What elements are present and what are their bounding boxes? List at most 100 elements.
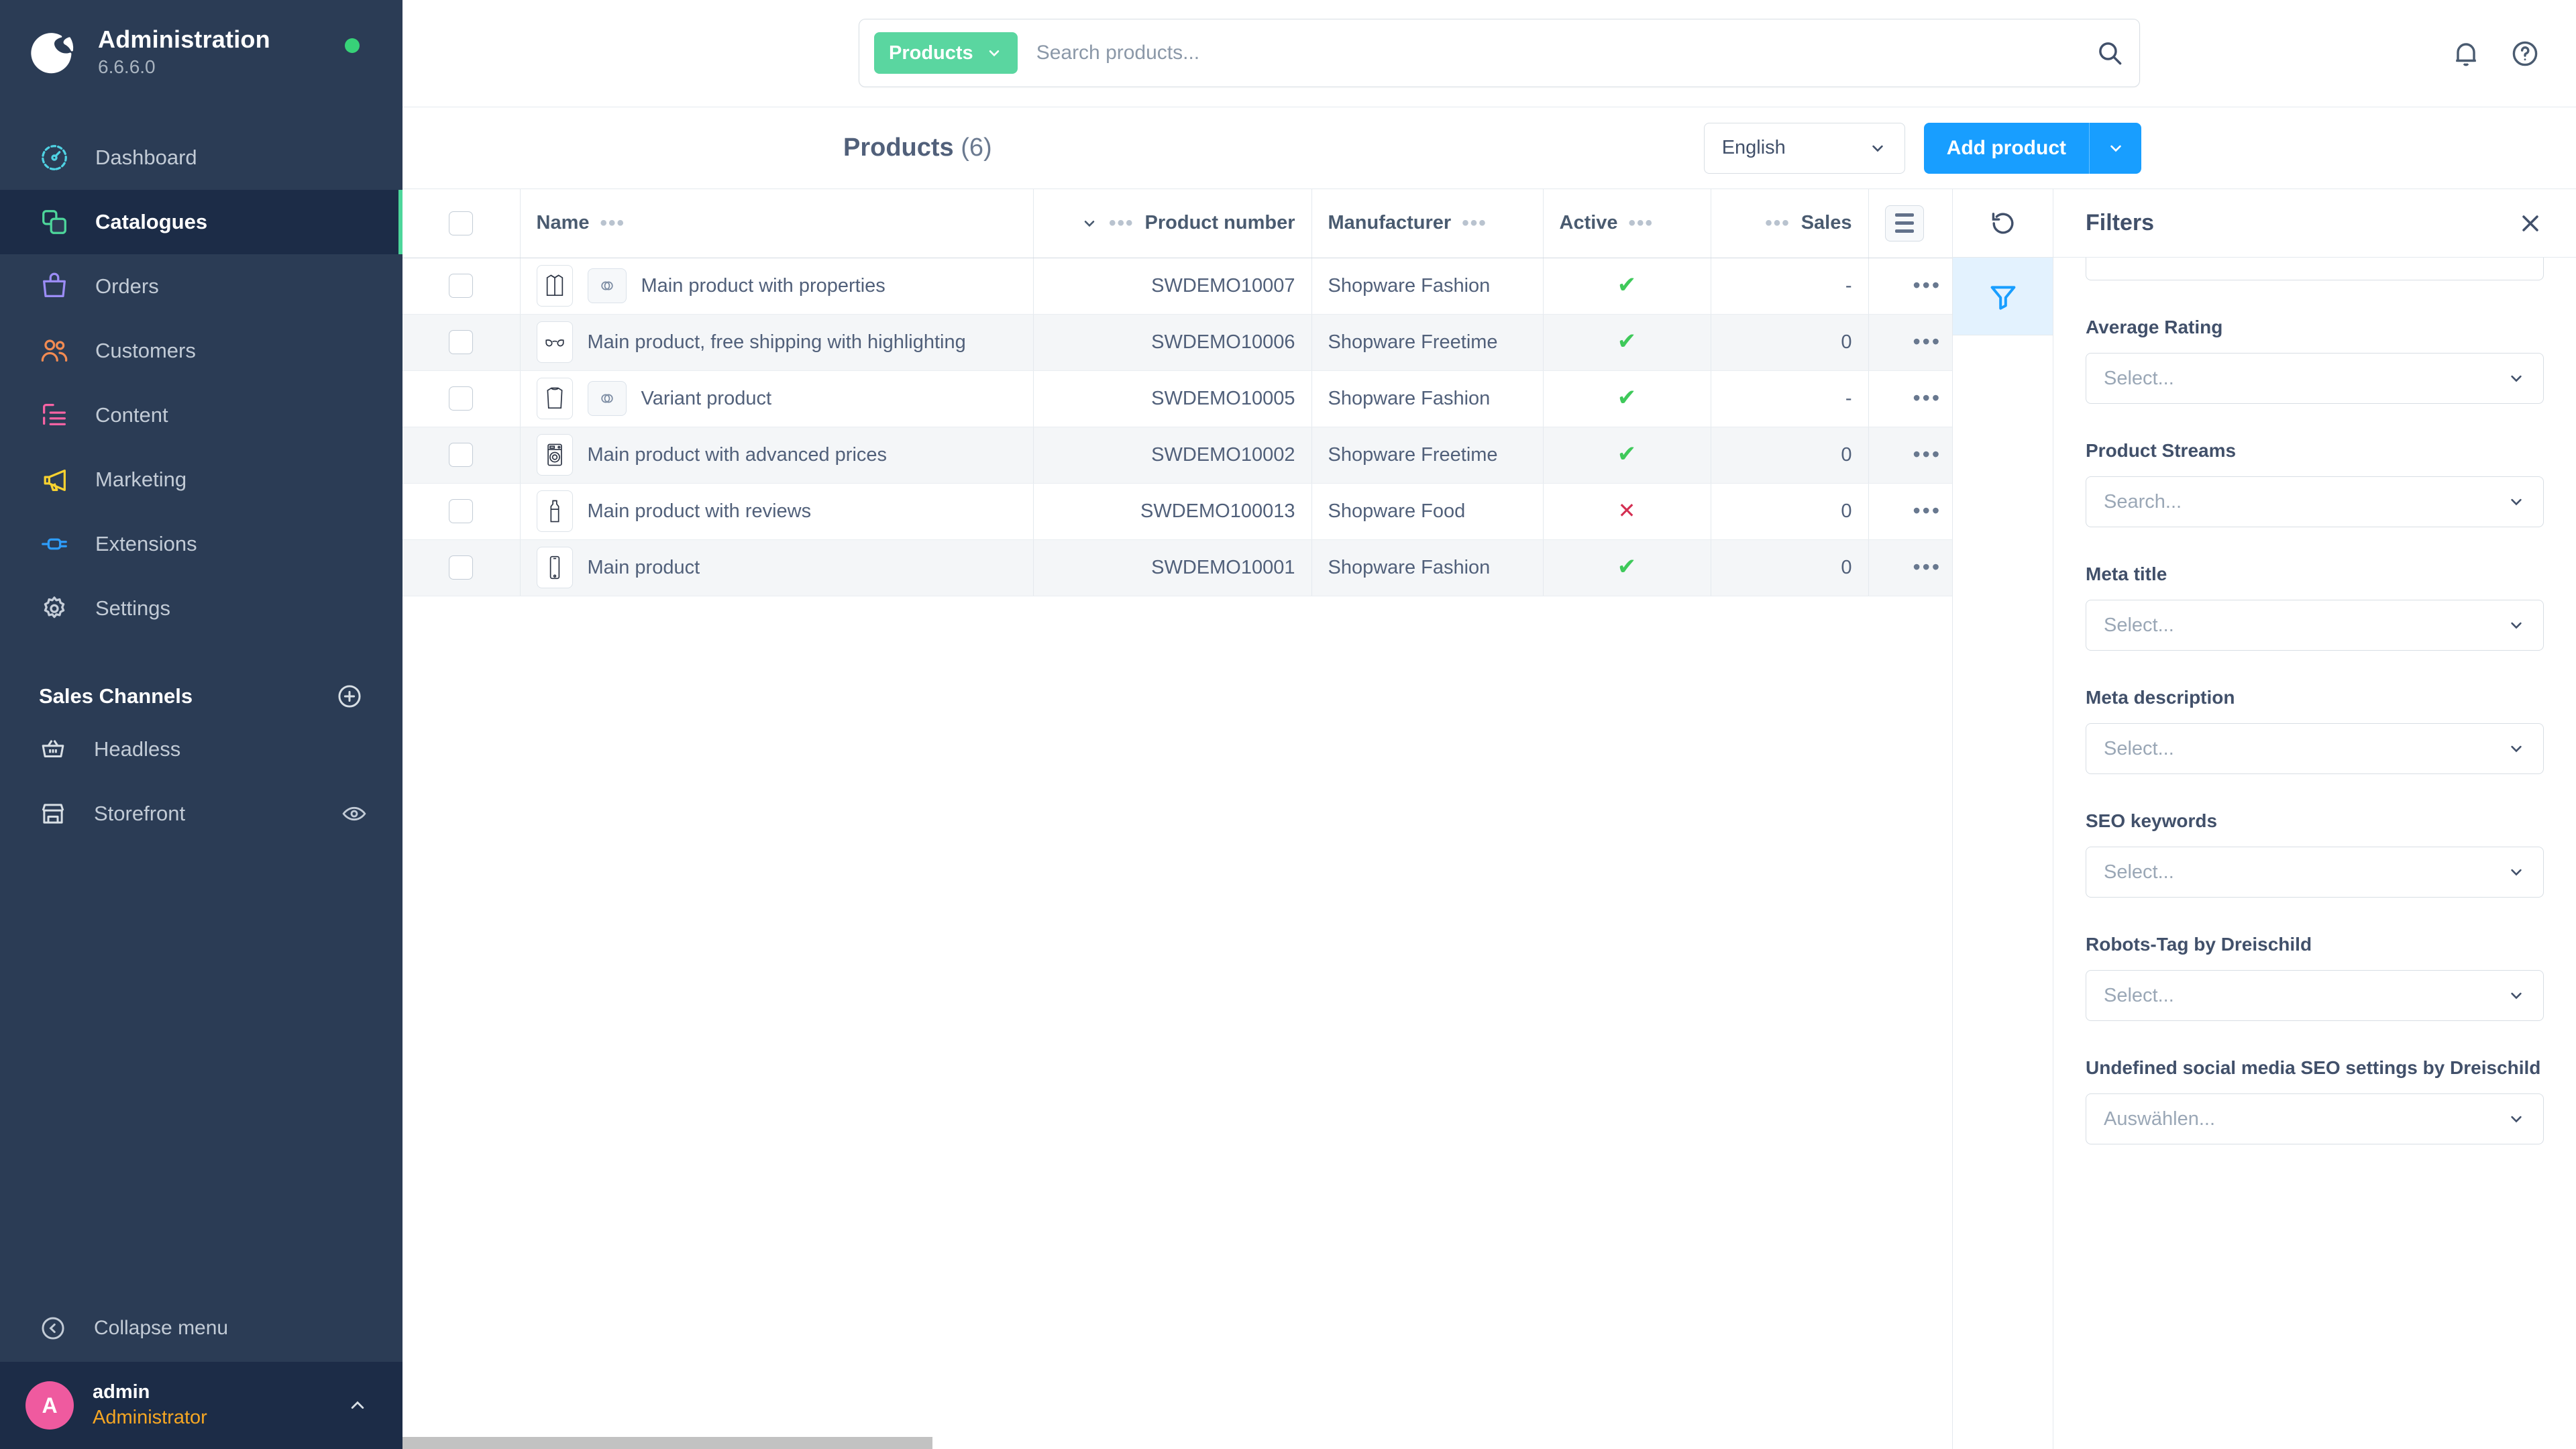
search-icon[interactable] (2095, 38, 2125, 68)
row-checkbox[interactable] (449, 330, 474, 354)
variants-badge-icon[interactable] (587, 381, 627, 416)
list-settings-icon[interactable] (1884, 205, 1924, 241)
row-select-cell (402, 370, 521, 427)
cell-active: ✔ (1543, 370, 1711, 427)
filters-header: Filters (2053, 189, 2576, 258)
refresh-button[interactable] (1953, 189, 2053, 258)
filter-label: Meta title (2086, 564, 2167, 584)
user-name: admin (93, 1381, 150, 1403)
row-more-icon[interactable]: ••• (1913, 555, 1941, 579)
filter-select-product-streams[interactable]: Search... (2086, 476, 2544, 527)
row-select-cell (402, 483, 521, 540)
product-name[interactable]: Main product with reviews (588, 500, 812, 523)
product-name[interactable]: Main product, free shipping with highlig… (588, 331, 966, 354)
filter-label: Undefined social media SEO settings by D… (2086, 1057, 2541, 1078)
row-more-icon[interactable]: ••• (1913, 498, 1941, 523)
sales-channel-label: Headless (94, 737, 181, 761)
sidebar-item-catalogues[interactable]: Catalogues (0, 189, 402, 254)
cell-active: ✔ (1543, 314, 1711, 371)
filter-select-meta-title[interactable]: Select... (2086, 600, 2544, 651)
column-header-manufacturer[interactable]: Manufacturer ••• (1311, 189, 1544, 258)
sales-channel-headless[interactable]: Headless (0, 717, 402, 782)
row-checkbox[interactable] (449, 443, 474, 467)
row-more-icon[interactable]: ••• (1913, 442, 1941, 466)
row-checkbox[interactable] (449, 499, 474, 523)
bell-icon[interactable] (2450, 38, 2482, 70)
row-checkbox[interactable] (449, 274, 474, 298)
column-header-label: Name (536, 212, 590, 234)
filter-label: Product Streams (2086, 440, 2237, 461)
column-header-sales[interactable]: ••• Sales (1711, 189, 1869, 258)
row-more-icon[interactable]: ••• (1913, 273, 1941, 297)
column-header-product-number[interactable]: ••• Product number (1033, 189, 1312, 258)
column-menu-icon[interactable]: ••• (1765, 213, 1790, 233)
add-product-dropdown-toggle[interactable] (2089, 122, 2141, 174)
close-icon[interactable] (2517, 210, 2544, 237)
sidebar-item-label: Dashboard (95, 145, 197, 169)
row-more-icon[interactable]: ••• (1913, 386, 1941, 410)
language-select[interactable]: English (1703, 122, 1905, 174)
scrollbar-thumb[interactable] (402, 1437, 932, 1449)
collapse-menu-button[interactable]: Collapse menu (0, 1295, 402, 1362)
product-name[interactable]: Main product with advanced prices (588, 444, 888, 466)
sidebar-item-orders[interactable]: Orders (0, 254, 402, 319)
product-name[interactable]: Main product with properties (641, 275, 885, 297)
column-menu-icon[interactable]: ••• (1629, 213, 1654, 233)
table-row[interactable]: Main product SWDEMO10001 Shopware Fashio… (402, 539, 1952, 596)
avatar: A (25, 1381, 74, 1430)
sales-channels-header: Sales Channels (0, 641, 402, 717)
column-menu-icon[interactable]: ••• (600, 213, 626, 233)
sidebar-item-marketing[interactable]: Marketing (0, 447, 402, 512)
column-menu-icon[interactable]: ••• (1462, 213, 1487, 233)
product-name[interactable]: Main product (588, 557, 700, 579)
user-profile[interactable]: A admin Administrator (0, 1362, 402, 1449)
table-row[interactable]: Main product with reviews SWDEMO100013 S… (402, 483, 1952, 540)
filter-select-average-rating[interactable]: Select... (2086, 353, 2544, 404)
table-row[interactable]: Variant product SWDEMO10005 Shopware Fas… (402, 370, 1952, 427)
filter-select-meta-description[interactable]: Select... (2086, 723, 2544, 774)
sidebar-item-dashboard[interactable]: Dashboard (0, 125, 402, 190)
chevron-up-icon[interactable] (346, 1394, 369, 1417)
filter-select-social-media-seo[interactable]: Auswählen... (2086, 1093, 2544, 1144)
column-header-active[interactable]: Active ••• (1543, 189, 1711, 258)
row-select-cell (402, 539, 521, 596)
filter-select-robots-tag[interactable]: Select... (2086, 970, 2544, 1021)
sort-chevron-down-icon[interactable] (1081, 215, 1098, 232)
table-row[interactable]: Main product, free shipping with highlig… (402, 314, 1952, 371)
column-header-name[interactable]: Name ••• (520, 189, 1034, 258)
cell-actions: ••• (1868, 539, 1952, 596)
table-row[interactable]: Main product with properties SWDEMO10007… (402, 258, 1952, 315)
column-settings-header (1868, 189, 1952, 258)
filter-placeholder: Search... (2104, 490, 2182, 513)
cell-manufacturer: Shopware Freetime (1311, 427, 1544, 484)
active-true-icon: ✔ (1617, 441, 1637, 467)
variants-badge-icon[interactable] (587, 268, 627, 303)
page-title-count: (6) (961, 133, 992, 162)
plus-circle-icon[interactable] (335, 682, 364, 710)
add-product-button[interactable]: Add product (1923, 122, 2141, 174)
sidebar-item-extensions[interactable]: Extensions (0, 512, 402, 576)
row-more-icon[interactable]: ••• (1913, 329, 1941, 354)
sidebar-item-content[interactable]: Content (0, 383, 402, 447)
sidebar-item-customers[interactable]: Customers (0, 319, 402, 383)
table-row[interactable]: Main product with advanced prices SWDEMO… (402, 427, 1952, 484)
search-input[interactable] (1036, 42, 2095, 64)
filter-select-seo-keywords[interactable]: Select... (2086, 847, 2544, 898)
help-circle-icon[interactable] (2509, 38, 2541, 70)
top-bar: Products (402, 0, 2576, 107)
column-menu-icon[interactable]: ••• (1109, 213, 1134, 233)
product-name[interactable]: Variant product (641, 388, 772, 410)
sidebar-item-settings[interactable]: Settings (0, 576, 402, 641)
row-checkbox[interactable] (449, 386, 474, 411)
clipped-filter-field[interactable] (2086, 258, 2544, 280)
sweater-icon (536, 378, 573, 419)
eye-icon[interactable] (341, 800, 368, 827)
horizontal-scrollbar[interactable] (402, 1434, 1952, 1449)
row-select-cell (402, 314, 521, 371)
select-all-checkbox[interactable] (449, 211, 474, 235)
filter-toggle-button[interactable] (1953, 258, 2053, 335)
row-checkbox[interactable] (449, 555, 474, 580)
cell-actions: ••• (1868, 370, 1952, 427)
sales-channel-storefront[interactable]: Storefront (0, 782, 402, 846)
search-scope-dropdown[interactable]: Products (874, 32, 1018, 74)
